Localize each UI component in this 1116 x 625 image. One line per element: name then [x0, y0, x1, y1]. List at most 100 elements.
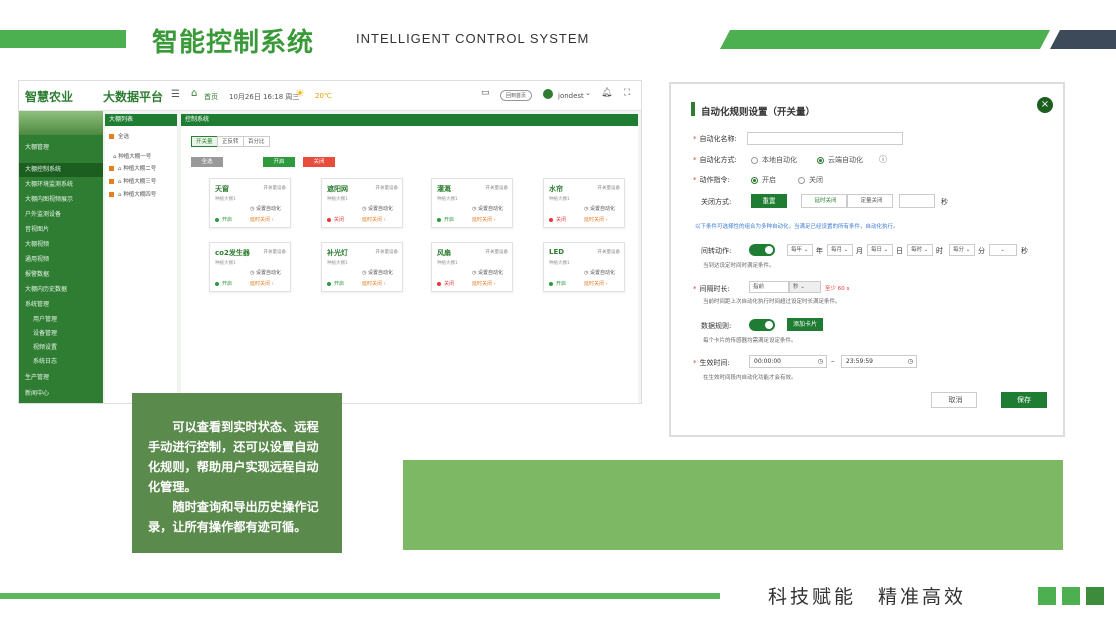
close-mode-label: 关闭方式: — [701, 198, 732, 206]
set-automation-link[interactable]: ◷ 设置自动化 — [250, 269, 281, 276]
mode-cloud-radio[interactable]: 云端自动化 — [817, 155, 863, 165]
device-type: 开关量设备 — [597, 250, 621, 255]
delay-close-link[interactable]: 延时关闭 › — [472, 280, 496, 287]
day-select[interactable]: 每日 ⌄ — [867, 244, 893, 256]
monitor-icon[interactable]: ▭ — [481, 88, 490, 98]
description-paragraph-1: 可以查看到实时状态、远程手动进行控制，还可以设置自动化规则，帮助用户实现远程自动… — [148, 420, 319, 494]
delay-close-link[interactable]: 延时关闭 › — [250, 216, 274, 223]
sidebar-item[interactable]: 大棚管理 — [19, 141, 103, 155]
set-automation-link[interactable]: ◷ 设置自动化 — [362, 205, 393, 212]
time-start-input[interactable]: 00:00:00 ◷ — [749, 355, 827, 368]
delay-close-link[interactable]: 延时关闭 › — [584, 280, 608, 287]
time-range-separator: – — [831, 357, 835, 365]
tab-switch[interactable]: 开关量 — [191, 136, 218, 147]
sidebar-item[interactable]: 生产管理 — [19, 371, 103, 385]
device-name: 风扇 — [437, 249, 451, 257]
delay-close-link[interactable]: 延时关闭 › — [362, 216, 386, 223]
device-status: 关闭 — [437, 280, 454, 287]
mode-local-radio[interactable]: 本地自动化 — [751, 155, 797, 165]
sidebar-item[interactable]: 报警数据 — [19, 268, 103, 282]
sidebar-subitem[interactable]: 用户管理 — [19, 313, 103, 327]
close-button[interactable]: 关闭 — [303, 157, 335, 167]
interval-unit-select[interactable]: 秒 ⌄ — [789, 281, 821, 293]
set-automation-link[interactable]: ◷ 设置自动化 — [472, 269, 503, 276]
list-item[interactable]: ⌂ 种植大棚二号 — [109, 164, 156, 172]
minute-select[interactable]: 每分 ⌄ — [949, 244, 975, 256]
automation-name-label: * 自动化名称: — [693, 135, 737, 143]
app-logo: 智慧农业 — [25, 90, 74, 104]
list-item[interactable]: ⌂ 种植大棚四号 — [109, 190, 156, 198]
username[interactable]: jondest — [558, 92, 584, 100]
data-rule-toggle[interactable] — [749, 319, 775, 331]
home-icon[interactable]: ⌂ — [191, 88, 197, 99]
cycle-toggle[interactable] — [749, 244, 775, 256]
fullscreen-icon[interactable]: ⛶ — [624, 88, 630, 98]
device-name: 补光灯 — [327, 249, 348, 257]
device-card: 遮阳网 开关量设备 种植大棚1 ◷ 设置自动化 关闭 延时关闭 › — [321, 178, 403, 228]
interval-hint: 当前时间距上次自动化执行时间超过设定时长满足条件。 — [703, 299, 841, 305]
set-automation-link[interactable]: ◷ 设置自动化 — [584, 269, 615, 276]
add-card-button[interactable]: 添加卡片 — [787, 318, 823, 331]
home-link[interactable]: 首页 — [204, 92, 218, 102]
sidebar-item[interactable]: 户外监测设备 — [19, 208, 103, 222]
description-paragraph-2: 随时查询和导出历史操作记录，让所有操作都有迹可循。 — [148, 500, 319, 534]
sidebar-item[interactable]: 大棚视频 — [19, 238, 103, 252]
list-item[interactable]: ⌂ 种植大棚三号 — [109, 177, 156, 185]
sidebar-subitem[interactable]: 视频设置 — [19, 341, 103, 355]
delay-close-button[interactable]: 延时关闭 — [801, 194, 847, 208]
sidebar-item[interactable]: 音视图片 — [19, 223, 103, 237]
device-type: 开关量设备 — [375, 186, 399, 191]
reset-button[interactable]: 重置 — [751, 194, 787, 208]
hour-select[interactable]: 每时 ⌄ — [907, 244, 933, 256]
timed-close-button[interactable]: 定量关闭 — [847, 194, 893, 208]
list-item-select-all[interactable]: 全选 — [109, 132, 129, 140]
delay-close-link[interactable]: 延时关闭 › — [250, 280, 274, 287]
tab-reverse[interactable]: 正反转 — [217, 136, 244, 147]
sidebar-item[interactable]: 通用视频 — [19, 253, 103, 267]
delay-close-link[interactable]: 延时关闭 › — [584, 216, 608, 223]
sidebar-item-active[interactable]: 大棚控制系统 — [19, 163, 103, 177]
set-automation-link[interactable]: ◷ 设置自动化 — [250, 205, 281, 212]
interval-input[interactable]: 指前 — [749, 281, 789, 293]
sidebar-item[interactable]: 新闻中心 — [19, 387, 103, 401]
dialog-title: 自动化规则设置（开关量） — [701, 107, 816, 118]
cancel-button[interactable]: 取消 — [931, 392, 977, 408]
select-all-button[interactable]: 全选 — [191, 157, 223, 167]
footer-square — [1062, 587, 1080, 605]
greenhouse-list-header: 大棚列表 — [105, 114, 177, 126]
save-button[interactable]: 保存 — [1001, 392, 1047, 408]
cycle-hint: 当到达设定时间时满足条件。 — [703, 263, 775, 269]
time-end-input[interactable]: 23:59:59 ◷ — [841, 355, 917, 368]
delay-close-link[interactable]: 延时关闭 › — [362, 280, 386, 287]
data-rule-hint: 每个卡片的传感器均需满足设定条件。 — [703, 338, 797, 344]
help-icon[interactable]: ⓘ — [879, 154, 887, 165]
month-select[interactable]: 每月 ⌄ — [827, 244, 853, 256]
device-name: 遮阳网 — [327, 185, 348, 193]
tab-percent[interactable]: 百分比 — [243, 136, 270, 147]
set-automation-link[interactable]: ◷ 设置自动化 — [362, 269, 393, 276]
close-seconds-input[interactable] — [899, 194, 935, 208]
set-automation-link[interactable]: ◷ 设置自动化 — [472, 205, 503, 212]
sidebar-subitem[interactable]: 设备管理 — [19, 327, 103, 341]
command-off-radio[interactable]: 关闭 — [798, 175, 823, 185]
command-on-radio[interactable]: 开启 — [751, 175, 776, 185]
list-item[interactable]: ⌂ 种植大棚一号 — [113, 152, 151, 160]
device-type: 开关量设备 — [485, 250, 509, 255]
year-select[interactable]: 每年 ⌄ — [787, 244, 813, 256]
chevron-down-icon[interactable]: ⌄ — [585, 89, 591, 97]
close-icon[interactable]: × — [1037, 97, 1053, 113]
sidebar-subitem[interactable]: 系统日志 — [19, 355, 103, 369]
avatar[interactable] — [543, 89, 553, 99]
set-automation-link[interactable]: ◷ 设置自动化 — [584, 205, 615, 212]
automation-name-input[interactable] — [747, 132, 903, 145]
delay-close-link[interactable]: 延时关闭 › — [472, 216, 496, 223]
sidebar-item[interactable]: 大棚内图视频展示 — [19, 193, 103, 207]
sidebar-item[interactable]: 大棚环境监测系统 — [19, 178, 103, 192]
menu-icon[interactable]: ☰ — [171, 89, 180, 100]
sidebar-item[interactable]: 大棚内历史数据 — [19, 283, 103, 297]
bell-icon[interactable]: 🔔︎ — [601, 88, 612, 98]
sidebar-item[interactable]: 系统管理 — [19, 298, 103, 312]
open-button[interactable]: 开启 — [263, 157, 295, 167]
second-select[interactable]: ⌄ — [989, 244, 1017, 256]
back-home-button[interactable]: 回到首页 — [500, 90, 533, 101]
